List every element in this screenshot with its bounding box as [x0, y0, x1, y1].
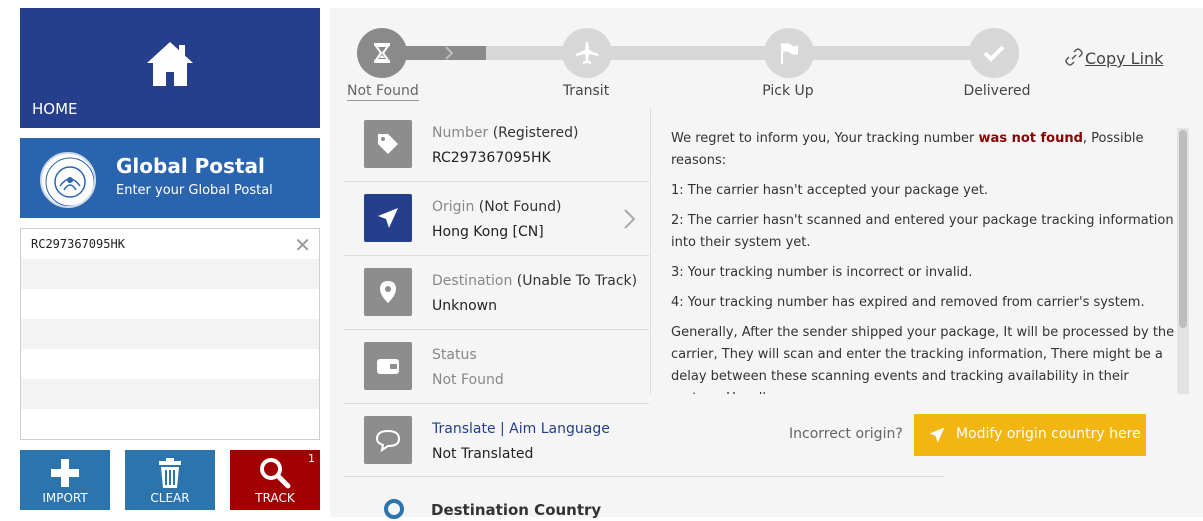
step-label-not-found: Not Found: [347, 83, 419, 101]
plus-icon: [51, 459, 79, 487]
number-value: RC297367095HK: [432, 150, 551, 166]
message-reason: 1: The carrier hasn't accepted your pack…: [671, 183, 989, 198]
modify-origin-label: Modify origin country here: [956, 426, 1141, 442]
carrier-subtitle: Enter your Global Postal: [116, 183, 273, 198]
not-found-message: We regret to inform you, Your tracking n…: [650, 108, 1175, 394]
home-label: HOME: [32, 100, 78, 118]
home-icon: [147, 42, 193, 86]
list-stripe: [21, 319, 319, 349]
tracking-number-box: ✕: [20, 228, 320, 440]
status-value: Not Found: [432, 372, 504, 388]
wallet-icon: [364, 342, 412, 390]
list-stripe: [21, 349, 319, 379]
chevron-right-icon: [445, 46, 454, 60]
track-button[interactable]: 1 TRACK: [230, 450, 320, 510]
step-transit: [562, 28, 612, 78]
clear-label: CLEAR: [150, 491, 190, 505]
step-label-delivered: Delivered: [963, 83, 1031, 99]
map-pin-icon: [364, 268, 412, 316]
step-pick-up: [764, 28, 814, 78]
destination-country-section: Destination Country: [344, 476, 944, 519]
carrier-name: Global Postal: [116, 154, 265, 178]
clear-input-icon[interactable]: ✕: [294, 233, 311, 257]
modify-origin-button[interactable]: Modify origin country here: [914, 414, 1146, 456]
step-label-transit: Transit: [562, 83, 610, 99]
scrollbar-thumb[interactable]: [1179, 130, 1187, 328]
origin-value: Hong Kong [CN]: [432, 224, 544, 240]
list-stripe: [21, 289, 319, 319]
chevron-right-icon: [624, 209, 636, 229]
step-label-pick-up: Pick Up: [762, 83, 814, 99]
info-row-destination: Destination (Unable To Track) Unknown: [344, 256, 649, 330]
message-general: Generally, After the sender shipped your…: [671, 325, 1175, 394]
check-icon: [983, 45, 1005, 62]
clear-button[interactable]: CLEAR: [125, 450, 215, 510]
message-reason: 2: The carrier hasn't scanned and entere…: [671, 213, 1174, 250]
copy-link[interactable]: Copy Link: [1065, 48, 1163, 68]
copy-link-label: Copy Link: [1085, 49, 1164, 68]
search-icon: [260, 458, 291, 489]
universal-postal-union-logo: [40, 152, 96, 208]
info-row-number: Number (Registered) RC297367095HK: [344, 108, 649, 182]
carrier-tile[interactable]: Global Postal Enter your Global Postal: [20, 138, 320, 218]
info-row-translate: Translate | Aim Language Not Translated: [344, 404, 649, 478]
step-not-found: [357, 28, 407, 78]
status-key: Status: [432, 347, 477, 363]
info-row-origin[interactable]: Origin (Not Found) Hong Kong [CN]: [344, 182, 649, 256]
chat-bubble-icon: [364, 416, 412, 464]
circle-icon: [384, 499, 404, 519]
track-count-badge: 1: [308, 452, 315, 465]
link-icon: [1065, 48, 1083, 66]
hourglass-icon: [374, 43, 390, 63]
tracking-result-panel: Not Found Transit Pick Up Delivered Copy…: [330, 8, 1203, 519]
track-label: TRACK: [255, 491, 295, 505]
number-key: Number (Registered): [432, 125, 579, 141]
message-reason: 4: Your tracking number has expired and …: [671, 295, 1145, 310]
destination-key: Destination (Unable To Track): [432, 273, 638, 289]
airplane-icon: [576, 42, 598, 64]
import-button[interactable]: IMPORT: [20, 450, 110, 510]
paper-plane-icon: [929, 427, 945, 443]
origin-key: Origin (Not Found): [432, 199, 562, 215]
trash-icon: [159, 458, 181, 488]
import-label: IMPORT: [42, 491, 88, 505]
home-tile[interactable]: HOME: [20, 8, 320, 128]
message-reason: 3: Your tracking number is incorrect or …: [671, 265, 973, 280]
tracking-number-input[interactable]: [21, 229, 319, 259]
paper-plane-icon: [364, 194, 412, 242]
translate-value: Not Translated: [432, 446, 534, 462]
incorrect-origin-label: Incorrect origin?: [789, 426, 903, 442]
translate-link[interactable]: Translate | Aim Language: [432, 421, 610, 437]
destination-value: Unknown: [432, 298, 497, 314]
progress-bar: [376, 46, 996, 60]
destination-country-title: Destination Country: [431, 501, 602, 519]
message-scrollbar[interactable]: [1177, 128, 1189, 394]
list-stripe: [21, 379, 319, 409]
tag-icon: [364, 120, 412, 168]
info-row-status: Status Not Found: [344, 330, 649, 404]
message-intro: We regret to inform you, Your tracking n…: [671, 131, 1144, 168]
step-delivered: [969, 28, 1019, 78]
list-stripe: [21, 259, 319, 289]
flag-icon: [781, 43, 798, 64]
